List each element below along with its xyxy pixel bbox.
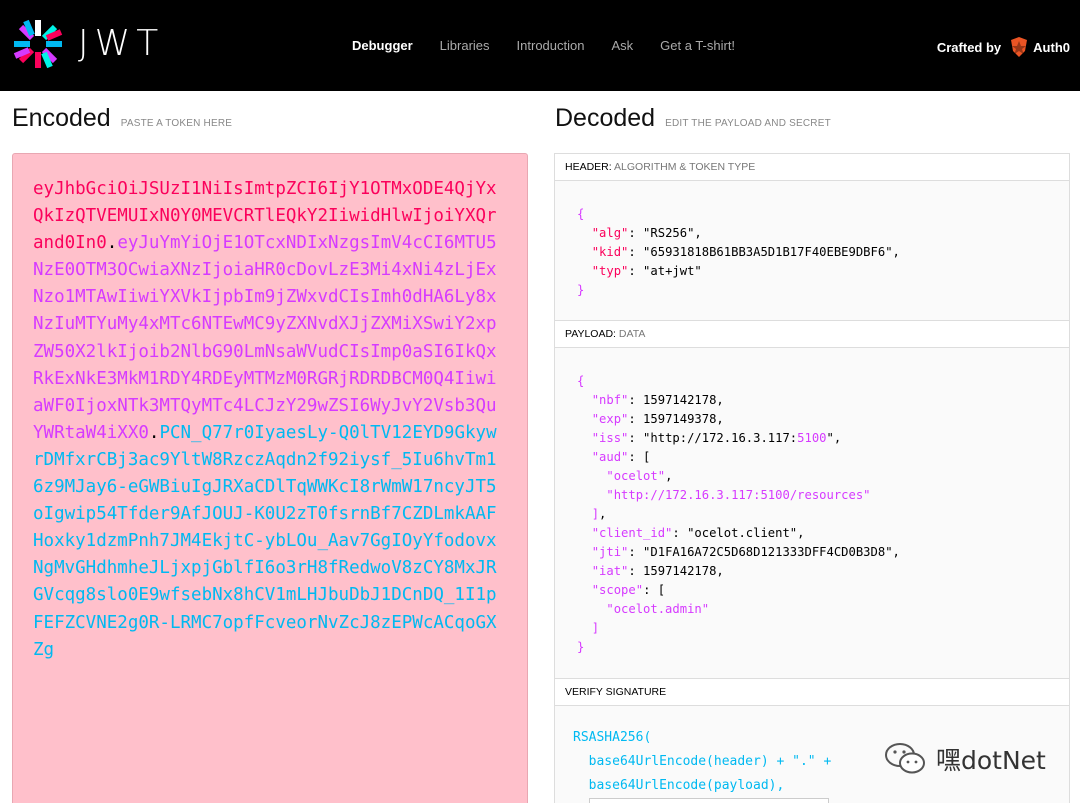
json-line: "http://172.16.3.117:5100/resources"	[606, 488, 871, 502]
json-line: "iss": "http://172.16.3.117:5100",	[591, 431, 842, 445]
watermark-text: 嘿dotNet	[936, 746, 1046, 775]
payload-json-editor[interactable]: { "nbf": 1597142178, "exp": 1597149378, …	[555, 348, 1069, 679]
json-line: "client_id": "ocelot.client",	[591, 526, 805, 540]
json-line: "iat": 1597142178,	[591, 564, 724, 578]
top-navigation-bar: JWT Debugger Libraries Introduction Ask …	[0, 0, 1080, 91]
payload-panel: PAYLOAD: DATA { "nbf": 1597142178, "exp"…	[554, 320, 1070, 679]
jwt-starburst-icon	[13, 19, 63, 69]
nav-introduction[interactable]: Introduction	[517, 38, 585, 53]
crafted-by-label: Crafted by	[936, 39, 1002, 55]
json-line: "kid": "65931818B61BB3A5D1B17F40EBE9DBF6…	[591, 245, 900, 259]
jwt-logo[interactable]: JWT	[12, 18, 164, 70]
json-line: "aud": [	[591, 450, 651, 464]
public-key-input[interactable]	[589, 798, 829, 803]
json-line: }	[577, 640, 585, 654]
header-panel-sublabel: ALGORITHM & TOKEN TYPE	[614, 161, 756, 173]
decoded-heading: Decoded EDIT THE PAYLOAD AND SECRET	[555, 104, 831, 133]
verify-panel-title: VERIFY SIGNATURE	[555, 679, 1069, 706]
encoded-subtitle: PASTE A TOKEN HERE	[120, 118, 233, 129]
token-text[interactable]: eyJhbGciOiJSUzI1NiIsImtpZCI6IjY1OTMxODE4…	[33, 176, 507, 664]
auth0-brand: Auth0	[1033, 39, 1070, 55]
json-line: {	[577, 207, 585, 221]
json-line: {	[577, 374, 585, 388]
json-line: "ocelot",	[606, 469, 673, 483]
token-payload-part: eyJuYmYiOjE1OTcxNDIxNzgsImV4cCI6MTU5NzE0…	[33, 233, 497, 443]
json-line: }	[577, 283, 585, 297]
nav-ask[interactable]: Ask	[611, 38, 633, 53]
token-signature-part: PCN_Q77r0IyaesLy-Q0lTV12EYD9GkywrDMfxrCB…	[33, 422, 497, 660]
nav-libraries[interactable]: Libraries	[440, 38, 490, 53]
header-panel-title: HEADER: ALGORITHM & TOKEN TYPE	[555, 154, 1069, 181]
verify-line-3: base64UrlEncode(payload),	[573, 778, 785, 793]
json-line: "nbf": 1597142178,	[591, 393, 724, 407]
json-line: "ocelot.admin"	[606, 602, 710, 616]
nav-tshirt[interactable]: Get a T-shirt!	[660, 38, 735, 53]
token-dot: .	[106, 233, 118, 254]
payload-panel-label: PAYLOAD:	[565, 328, 616, 340]
wechat-watermark: 嘿dotNet	[884, 741, 1046, 777]
encoded-heading: Encoded PASTE A TOKEN HERE	[12, 104, 232, 133]
header-json-editor[interactable]: { "alg": "RS256", "kid": "65931818B61BB3…	[555, 181, 1069, 321]
main-nav: Debugger Libraries Introduction Ask Get …	[352, 38, 762, 53]
decoded-title: Decoded	[555, 104, 656, 132]
json-line: "jti": "D1FA16A72C5D68D121333DFF4CD0B3D8…	[591, 545, 900, 559]
verify-panel-label: VERIFY SIGNATURE	[565, 686, 667, 698]
wechat-icon	[885, 743, 925, 774]
payload-panel-title: PAYLOAD: DATA	[555, 321, 1069, 348]
json-line: "scope": [	[591, 583, 666, 597]
nav-debugger[interactable]: Debugger	[352, 38, 413, 53]
encoded-token-editor[interactable]: eyJhbGciOiJSUzI1NiIsImtpZCI6IjY1OTMxODE4…	[12, 153, 528, 803]
auth0-shield-icon	[1011, 37, 1028, 57]
payload-panel-sublabel: DATA	[618, 328, 646, 340]
crafted-by-link[interactable]: Crafted by Auth0	[937, 36, 1070, 58]
encoded-title: Encoded	[12, 104, 111, 132]
decoded-subtitle: EDIT THE PAYLOAD AND SECRET	[665, 118, 831, 129]
json-line: ],	[591, 507, 607, 521]
token-dot: .	[148, 422, 160, 443]
json-line: "exp": 1597149378,	[591, 412, 724, 426]
logo-text: JWT	[78, 23, 165, 64]
json-line: ]	[591, 621, 600, 635]
json-line: "typ": "at+jwt"	[591, 264, 702, 278]
header-panel-label: HEADER:	[565, 161, 612, 173]
json-line: "alg": "RS256",	[591, 226, 702, 240]
header-panel: HEADER: ALGORITHM & TOKEN TYPE { "alg": …	[554, 153, 1070, 321]
